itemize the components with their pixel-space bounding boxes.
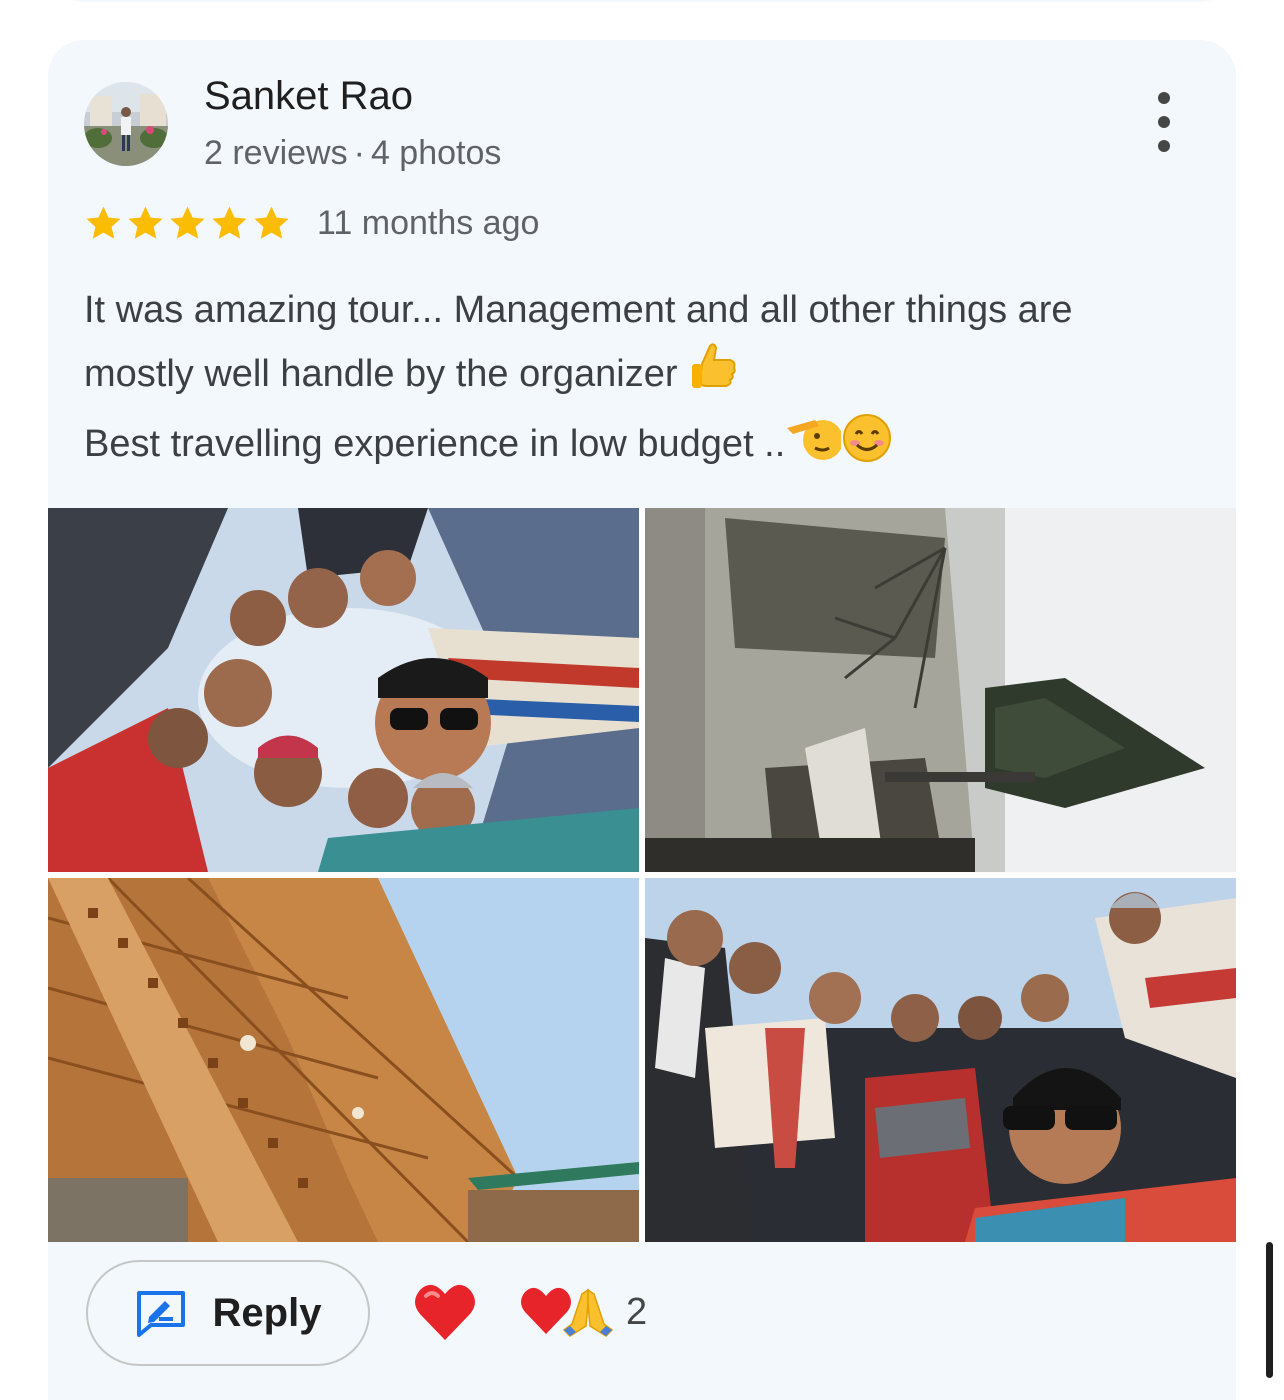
review-text: It was amazing tour... Management and al… xyxy=(84,280,1204,482)
more-options-button[interactable] xyxy=(1144,92,1184,152)
star-icon xyxy=(86,206,121,239)
reply-label: Reply xyxy=(212,1290,322,1335)
wooden-roof-photo-icon xyxy=(48,878,639,1242)
reply-button[interactable]: Reply xyxy=(86,1260,370,1366)
previous-review-card xyxy=(48,0,1236,2)
star-icon xyxy=(254,206,289,239)
star-rating xyxy=(84,204,291,243)
more-dot-icon xyxy=(1158,116,1170,128)
star-icon xyxy=(170,206,205,239)
review-photo-3[interactable] xyxy=(48,878,639,1242)
avatar[interactable] xyxy=(84,82,168,166)
foggy-trees-photo-icon xyxy=(645,508,1236,872)
review-text-line3: Best travelling experience in low budget… xyxy=(84,423,786,465)
review-photo-1[interactable] xyxy=(48,508,639,872)
scrollbar[interactable] xyxy=(1266,1242,1273,1378)
review-date: 11 months ago xyxy=(317,204,540,242)
more-dot-icon xyxy=(1158,92,1170,104)
review-card: Sanket Rao 2 reviews · 4 photos 11 months … xyxy=(48,40,1236,1400)
folded-hands-icon xyxy=(562,1288,614,1337)
author-name[interactable]: Sanket Rao xyxy=(204,74,413,119)
meta-separator: · xyxy=(353,134,365,172)
author-meta: 2 reviews · 4 photos xyxy=(204,134,501,173)
review-text-line2: mostly well handle by the organizer xyxy=(84,353,678,395)
photo-grid xyxy=(48,508,1236,1242)
thumbs-up-icon xyxy=(688,340,738,412)
group-winter-photo-icon xyxy=(645,878,1236,1242)
reply-edit-icon xyxy=(136,1291,185,1337)
review-count: 2 reviews xyxy=(204,134,348,172)
group-selfie-photo-icon xyxy=(48,508,639,872)
reaction-count: 2 xyxy=(626,1290,648,1333)
photo-count: 4 photos xyxy=(370,134,502,172)
heart-reaction-icon[interactable] xyxy=(412,1280,478,1346)
review-photo-4[interactable] xyxy=(645,878,1236,1242)
star-icon xyxy=(212,206,247,239)
rating-row: 11 months ago xyxy=(84,204,539,243)
saluting-face-icon xyxy=(785,412,844,482)
review-photo-2[interactable] xyxy=(645,508,1236,872)
smiling-face-icon xyxy=(841,412,893,482)
star-icon xyxy=(128,206,163,239)
more-dot-icon xyxy=(1158,140,1170,152)
review-text-line1: It was amazing tour... Management and al… xyxy=(84,289,1073,331)
reactions-summary[interactable]: 2 xyxy=(518,1284,647,1340)
